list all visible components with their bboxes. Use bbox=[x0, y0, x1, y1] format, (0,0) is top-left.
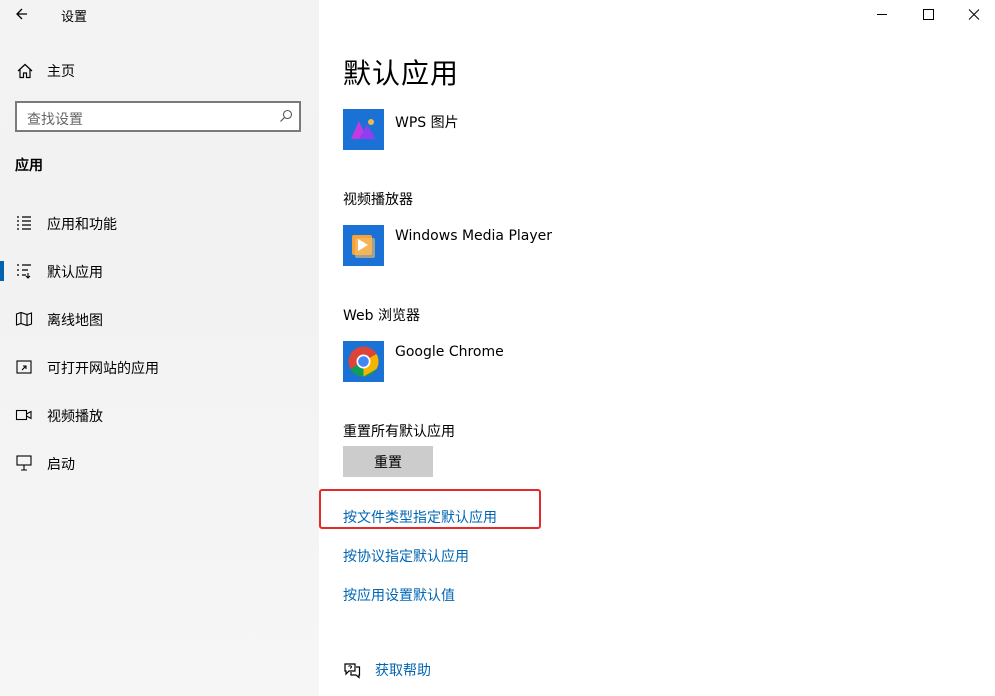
search-placeholder: 查找设置 bbox=[27, 112, 83, 128]
section-title: 应用 bbox=[15, 158, 43, 174]
sidebar-item-video-playback[interactable]: 视频播放 bbox=[0, 401, 319, 429]
browser-app-name: Google Chrome bbox=[395, 344, 504, 360]
help-label: 获取帮助 bbox=[375, 663, 431, 679]
minimize-button[interactable] bbox=[859, 0, 905, 30]
selection-indicator bbox=[0, 309, 4, 329]
link-by-app[interactable]: 按应用设置默认值 bbox=[343, 585, 455, 605]
selection-indicator bbox=[0, 405, 4, 425]
back-button[interactable] bbox=[12, 4, 34, 24]
sidebar-item-apps-features[interactable]: 应用和功能 bbox=[0, 209, 319, 237]
video-app-tile[interactable] bbox=[343, 225, 384, 266]
search-icon[interactable] bbox=[279, 109, 293, 123]
reset-button[interactable]: 重置 bbox=[343, 446, 433, 477]
sidebar-item-label: 视频播放 bbox=[47, 409, 103, 425]
selection-indicator bbox=[0, 357, 4, 377]
list-icon bbox=[17, 216, 31, 230]
link-by-protocol[interactable]: 按协议指定默认应用 bbox=[343, 546, 469, 566]
sidebar-item-label: 启动 bbox=[47, 457, 75, 473]
chrome-icon bbox=[343, 341, 384, 382]
back-arrow-icon bbox=[16, 8, 27, 20]
home-icon bbox=[17, 63, 33, 79]
browser-app-tile[interactable] bbox=[343, 341, 384, 382]
close-button[interactable] bbox=[951, 0, 995, 30]
sidebar-item-label: 应用和功能 bbox=[47, 217, 117, 233]
annotation-highlight-box bbox=[319, 489, 541, 529]
search-input[interactable]: 查找设置 bbox=[15, 101, 301, 132]
maximize-button[interactable] bbox=[905, 0, 951, 30]
sidebar-item-default-apps[interactable]: 默认应用 bbox=[0, 257, 319, 285]
reset-label: 重置所有默认应用 bbox=[343, 424, 455, 440]
close-icon bbox=[968, 9, 980, 20]
photo-app-name: WPS 图片 bbox=[395, 115, 459, 131]
help-link[interactable]: 获取帮助 bbox=[343, 659, 431, 681]
photo-app-tile[interactable] bbox=[343, 109, 384, 150]
sidebar-item-apps-for-websites[interactable]: 可打开网站的应用 bbox=[0, 353, 319, 381]
browser-label: Web 浏览器 bbox=[343, 308, 420, 324]
titlebar-left: 设置 bbox=[0, 0, 319, 30]
minimize-icon bbox=[877, 14, 887, 15]
selection-indicator bbox=[0, 261, 4, 281]
nav-home-label: 主页 bbox=[47, 64, 75, 80]
sidebar-item-startup[interactable]: 启动 bbox=[0, 449, 319, 477]
sidebar-item-label: 默认应用 bbox=[47, 265, 103, 281]
sidebar-item-offline-maps[interactable]: 离线地图 bbox=[0, 305, 319, 333]
video-icon bbox=[15, 409, 32, 421]
wps-photo-icon bbox=[343, 109, 384, 150]
map-icon bbox=[15, 311, 33, 327]
page-title: 默认应用 bbox=[343, 57, 460, 90]
sidebar-item-label: 离线地图 bbox=[47, 313, 103, 329]
main-pane: 默认应用 WPS 图片 视频播放器 Windows Media Player W… bbox=[319, 0, 995, 696]
sidebar: 设置 主页 查找设置 应用 应用和功能 默认应用 离线地图 可打开网站的应用 视… bbox=[0, 0, 319, 696]
selection-indicator bbox=[0, 213, 4, 233]
video-player-label: 视频播放器 bbox=[343, 192, 413, 208]
nav-home[interactable]: 主页 bbox=[15, 61, 75, 81]
window-title: 设置 bbox=[61, 10, 88, 25]
video-app-name: Windows Media Player bbox=[395, 228, 553, 244]
sidebar-item-label: 可打开网站的应用 bbox=[47, 361, 159, 377]
open-website-icon bbox=[16, 360, 32, 374]
selection-indicator bbox=[0, 453, 4, 473]
default-apps-icon bbox=[17, 264, 31, 279]
media-player-icon bbox=[343, 225, 384, 266]
startup-icon bbox=[16, 455, 32, 471]
help-chat-icon bbox=[344, 663, 361, 679]
maximize-icon bbox=[923, 9, 934, 20]
